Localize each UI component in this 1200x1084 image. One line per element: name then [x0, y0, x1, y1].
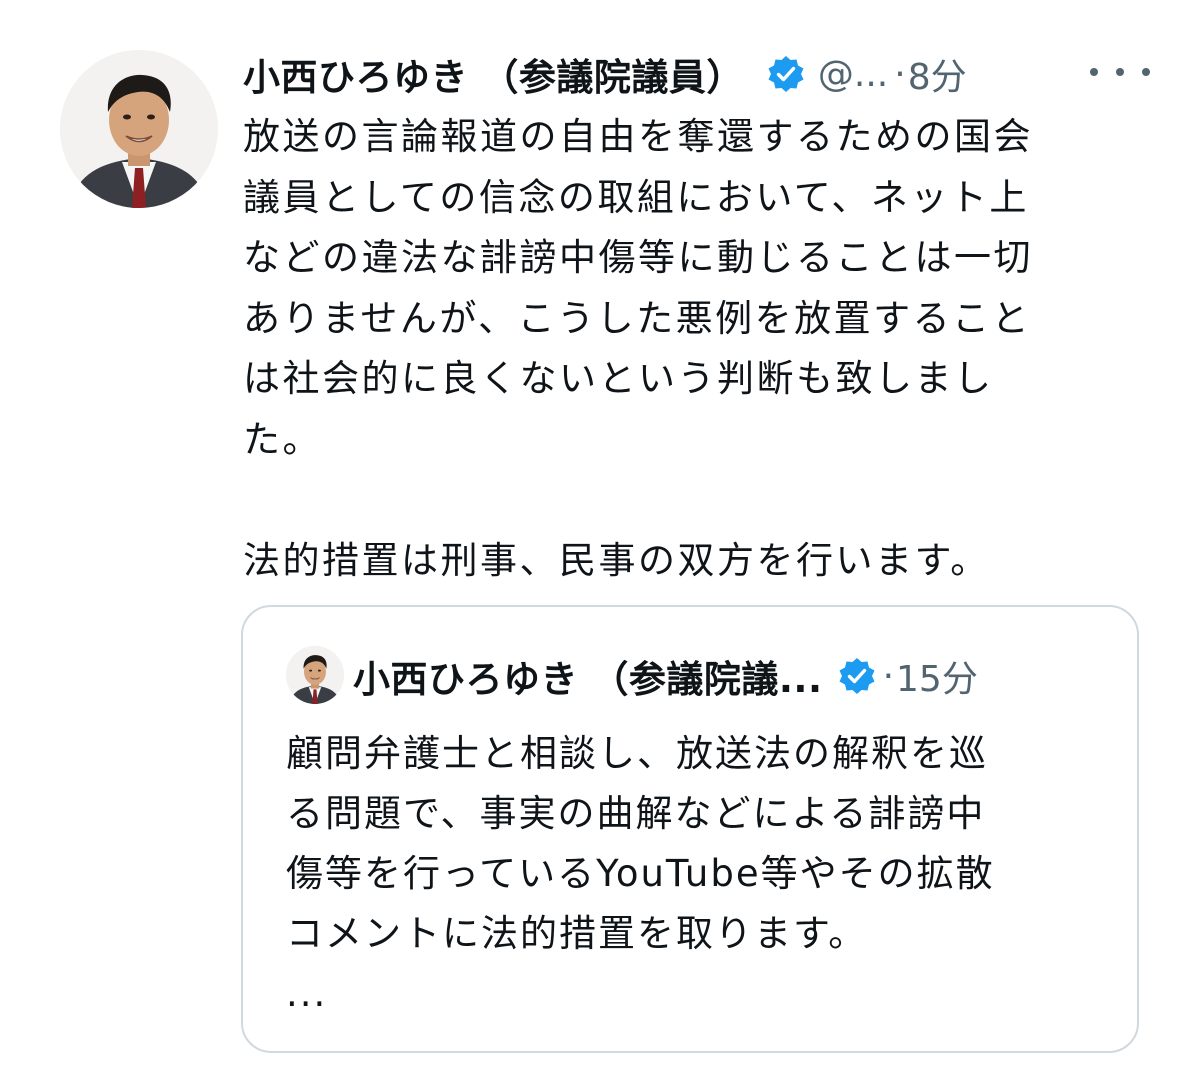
verified-badge-icon	[837, 656, 877, 696]
author-avatar[interactable]	[60, 50, 218, 208]
separator-dot: ·	[894, 53, 906, 95]
quoted-tweet-text: 顧問弁護士と相談し、放送法の解釈を巡 る問題で、事実の曲解などによる誹謗中 傷等…	[286, 732, 995, 1015]
tweet-header: 小西ひろゆき （参議院議員） @... · 8分	[243, 44, 1163, 104]
verified-badge-icon	[766, 54, 806, 94]
tweet-timestamp[interactable]: 8分	[908, 48, 967, 100]
separator-dot: ·	[882, 655, 895, 697]
quoted-tweet[interactable]: 小西ひろゆき （参議院議... · 15分 顧問弁護士と相談し、放送法の解釈を巡…	[241, 605, 1139, 1053]
quoted-author-avatar	[286, 646, 344, 704]
tweet[interactable]: 小西ひろゆき （参議院議員） @... · 8分 放送の言論報道の自由を奪還する…	[0, 0, 1200, 1084]
quoted-author-name: 小西ひろゆき （参議院議...	[353, 658, 823, 701]
author-handle[interactable]: @...	[818, 54, 888, 95]
tweet-text: 放送の言論報道の自由を奪還するための国会 議員としての信念の取組において、ネット…	[243, 115, 1033, 582]
quoted-tweet-timestamp: 15分	[896, 659, 978, 700]
author-name[interactable]: 小西ひろゆき （参議院議員）	[243, 47, 744, 101]
quoted-tweet-header: 小西ひろゆき （参議院議... · 15分	[353, 647, 978, 705]
more-options-icon[interactable]	[1090, 62, 1150, 82]
